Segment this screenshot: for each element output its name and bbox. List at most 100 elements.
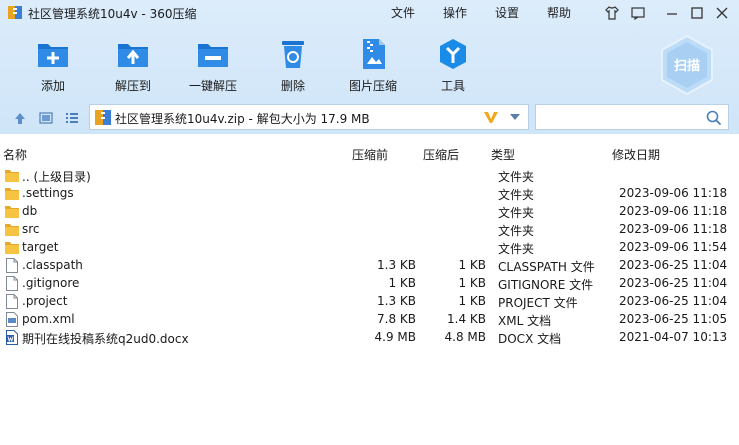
file-size-after: 1.4 KB [447,312,486,326]
file-row[interactable]: .. (上级目录) 文件夹 [0,167,739,185]
column-header-modified[interactable]: 修改日期 [612,146,660,163]
file-name: .project [22,294,68,308]
file-size-after: 1 KB [458,276,486,290]
file-size-before: 1 KB [388,276,416,290]
window-title: 社区管理系统10u4v - 360压缩 [28,7,197,21]
file-name: target [22,240,59,254]
image-compress-icon [363,39,385,69]
file-name: db [22,204,38,218]
menu-settings[interactable]: 设置 [495,4,519,21]
delete-icon [282,41,304,68]
scan-button[interactable]: 扫描 [658,34,716,96]
archive-path: 社区管理系统10u4v.zip - 解包大小为 17.9 MB [115,112,370,126]
toolbar-tools-label: 工具 [440,79,465,93]
file-type: 文件夹 [498,224,535,238]
file-size-before: 1.3 KB [377,258,416,272]
tools-icon [440,39,466,69]
folder-icon [5,168,19,183]
file-row[interactable]: .classpath 1.3 KB 1 KB CLASSPATH 文件 2023-06-… [0,257,739,275]
file-type: XML 文档 [498,314,552,328]
menu-file[interactable]: 文件 [391,4,415,21]
xml-file-icon [5,312,19,327]
file-row[interactable]: .project 1.3 KB 1 KB PROJECT 文件 2023-06-25 1… [0,293,739,311]
toolbar-extract-to-label: 解压到 [114,79,151,93]
toolbar-one-click-extract-button[interactable]: 一键解压 [177,36,249,94]
column-header-uncompressed[interactable]: 压缩后 [423,146,459,163]
extract-to-icon [118,44,148,67]
file-row[interactable]: db 文件夹 2023-09-06 11:18 [0,203,739,221]
minimize-icon[interactable] [664,5,680,21]
file-row[interactable]: 期刊在线投稿系统q2ud0.docx 4.9 MB 4.8 MB DOCX 文档 202… [0,329,739,347]
file-modified-date: 2023-09-06 11:18 [619,204,728,218]
file-type: GITIGNORE 文件 [498,278,594,292]
add-icon [38,44,68,67]
folder-icon [5,204,19,219]
scan-label: 扫描 [674,58,700,74]
close-icon[interactable] [714,5,730,21]
file-size-after: 1 KB [458,294,486,308]
file-icon [5,276,19,291]
address-bar[interactable]: 社区管理系统10u4v.zip - 解包大小为 17.9 MB [89,104,529,130]
list-view-icon[interactable] [65,111,79,125]
menu-operation[interactable]: 操作 [443,4,467,21]
toolbar-image-compress-button[interactable]: 图片压缩 [337,36,409,94]
file-row[interactable]: .gitignore 1 KB 1 KB GITIGNORE 文件 2023-06-25… [0,275,739,293]
column-header-compressed[interactable]: 压缩前 [352,146,388,163]
file-size-after: 1 KB [458,258,486,272]
file-type: 文件夹 [498,206,535,220]
file-size-after: 4.8 MB [444,330,486,344]
file-name: 期刊在线投稿系统q2ud0.docx [22,332,189,346]
toolbar-add-label: 添加 [40,79,65,93]
maximize-icon[interactable] [689,5,705,21]
search-icon[interactable] [706,110,722,126]
file-icon [5,258,19,273]
word-document-icon [5,330,19,345]
file-name: pom.xml [22,312,75,326]
file-type: DOCX 文档 [498,332,562,346]
file-size-before: 4.9 MB [374,330,416,344]
file-type: PROJECT 文件 [498,296,578,310]
archive-app-icon [8,6,22,19]
feedback-icon[interactable] [630,5,646,21]
column-header-type[interactable]: 类型 [491,146,515,163]
file-name: .gitignore [22,276,80,290]
folder-icon [5,186,19,201]
toolbar-tools-button[interactable]: 工具 [417,36,489,94]
thumbnail-view-icon[interactable] [39,111,53,125]
folder-icon [5,222,19,237]
file-modified-date: 2023-09-06 11:18 [619,186,728,200]
file-modified-date: 2023-06-25 11:05 [619,312,728,326]
file-row[interactable]: pom.xml 7.8 KB 1.4 KB XML 文档 2023-06-25 11:0… [0,311,739,329]
zip-file-icon [95,110,111,125]
file-modified-date: 2023-09-06 11:54 [619,240,728,254]
file-name: src [22,222,40,236]
column-header-name[interactable]: 名称 [3,146,27,163]
search-input[interactable] [535,104,729,130]
security-check-icon[interactable] [483,109,499,125]
toolbar-one-click-extract-label: 一键解压 [188,79,237,93]
folder-icon [5,240,19,255]
file-modified-date: 2023-06-25 11:04 [619,294,728,308]
skin-shirt-icon[interactable] [604,5,620,21]
toolbar-delete-button[interactable]: 删除 [257,36,329,94]
chevron-down-icon[interactable] [509,113,521,121]
file-type: 文件夹 [498,188,535,202]
toolbar-add-button[interactable]: 添加 [17,36,89,94]
file-size-before: 1.3 KB [377,294,416,308]
file-modified-date: 2023-06-25 11:04 [619,276,728,290]
menu-help[interactable]: 帮助 [547,4,571,21]
one-click-extract-icon [198,44,228,67]
up-arrow-icon[interactable] [13,111,27,125]
file-row[interactable]: .settings 文件夹 2023-09-06 11:18 [0,185,739,203]
file-modified-date: 2021-04-07 10:13 [619,330,728,344]
toolbar-image-compress-label: 图片压缩 [348,79,397,93]
file-type: 文件夹 [498,242,535,256]
file-name: .. (上级目录) [22,170,91,184]
file-row[interactable]: src 文件夹 2023-09-06 11:18 [0,221,739,239]
file-icon [5,294,19,309]
title-bar: 社区管理系统10u4v - 360压缩 文件 操作 设置 帮助 [0,0,739,26]
file-row[interactable]: target 文件夹 2023-09-06 11:54 [0,239,739,257]
file-modified-date: 2023-06-25 11:04 [619,258,728,272]
toolbar-extract-to-button[interactable]: 解压到 [97,36,169,94]
file-name: .classpath [22,258,83,272]
